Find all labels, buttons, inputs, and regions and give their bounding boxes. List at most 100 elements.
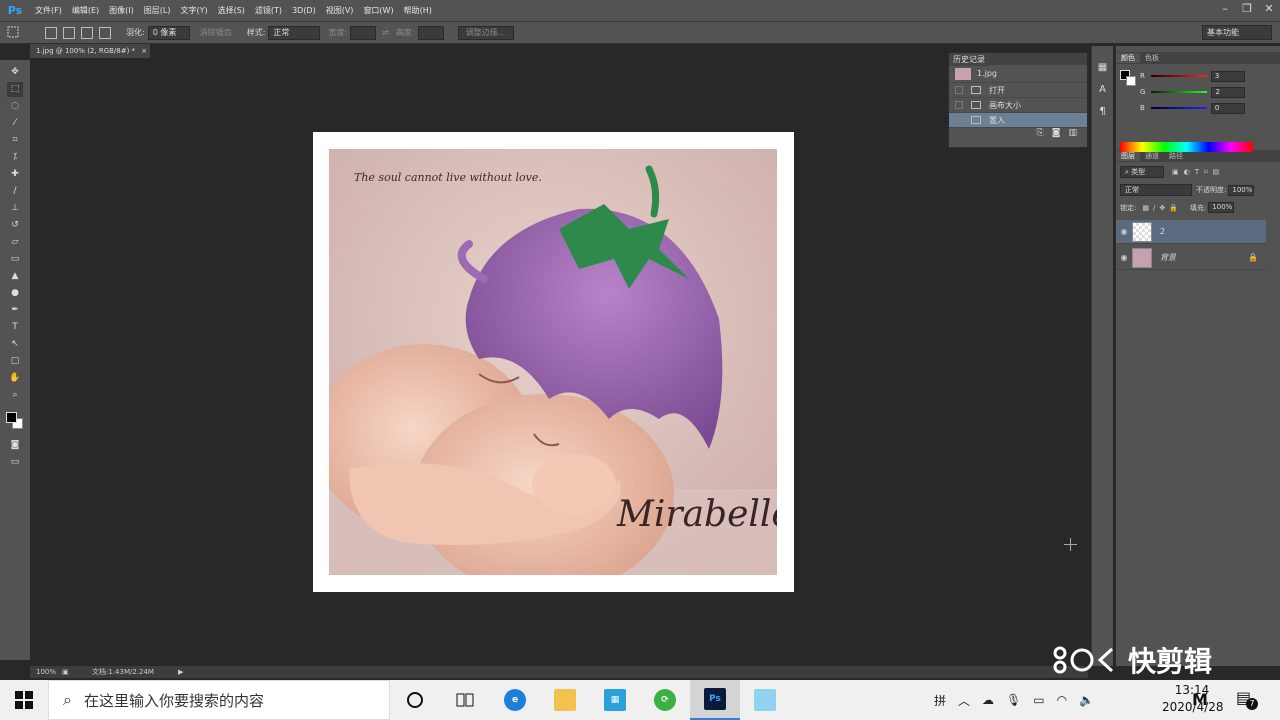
zoom-level[interactable]: 100%: [36, 668, 62, 676]
feather-input[interactable]: 0 像素: [147, 25, 190, 40]
tab-swatches[interactable]: 色板: [1140, 53, 1164, 63]
move-tool-icon[interactable]: ✥: [7, 65, 23, 80]
notification-center-icon[interactable]: ▤ 7: [1236, 688, 1258, 710]
pen-tool-icon[interactable]: ✒: [7, 303, 23, 318]
status-info-icon[interactable]: ▣: [62, 668, 74, 676]
slider-red[interactable]: R 3: [1140, 68, 1245, 84]
edge-browser-icon[interactable]: e: [490, 680, 540, 720]
crop-tool-icon[interactable]: ⌗: [7, 133, 23, 148]
photoshop-taskbar-icon[interactable]: Ps: [690, 680, 740, 720]
lock-icons[interactable]: ▦∕✥🔒: [1142, 204, 1182, 212]
ime-indicator[interactable]: 拼: [934, 692, 946, 709]
menu-image[interactable]: 图像(I): [104, 5, 139, 16]
type-tool-icon[interactable]: T: [7, 320, 23, 335]
swap-icon[interactable]: ⇄: [382, 28, 389, 37]
battery-icon[interactable]: ▭: [1033, 693, 1044, 707]
fill-input[interactable]: 100%: [1208, 202, 1235, 213]
antialias-checkbox[interactable]: 消除锯齿: [200, 27, 232, 38]
color-swatches[interactable]: [4, 410, 26, 432]
healing-brush-tool-icon[interactable]: ✚: [7, 167, 23, 182]
history-snapshot[interactable]: 1.jpg: [949, 65, 1087, 83]
tab-channels[interactable]: 通道: [1140, 151, 1164, 161]
width-input[interactable]: [350, 25, 377, 40]
menu-window[interactable]: 窗口(W): [358, 5, 398, 16]
path-selection-tool-icon[interactable]: ↖: [7, 337, 23, 352]
microphone-icon[interactable]: 🎙: [1006, 693, 1021, 707]
gradient-tool-icon[interactable]: ▭: [7, 252, 23, 267]
dodge-tool-icon[interactable]: ●: [7, 286, 23, 301]
history-item-place[interactable]: 置入: [949, 113, 1087, 128]
menu-view[interactable]: 视图(V): [321, 5, 359, 16]
height-input[interactable]: [417, 25, 444, 40]
close-tab-icon[interactable]: ×: [141, 47, 147, 55]
quick-mask-icon[interactable]: ◙: [7, 438, 23, 453]
color-bg-swatch[interactable]: [1126, 76, 1136, 86]
restore-button[interactable]: ❐: [1236, 0, 1258, 22]
history-tab[interactable]: 历史记录: [949, 53, 989, 66]
minimize-button[interactable]: –: [1214, 0, 1236, 22]
new-selection-icon[interactable]: [45, 26, 57, 39]
mail-app-icon[interactable]: M: [1192, 690, 1208, 709]
screen-mode-icon[interactable]: ▭: [7, 455, 23, 470]
style-select[interactable]: 正常: [268, 25, 321, 40]
layer-2[interactable]: ◉ 2: [1116, 220, 1266, 244]
menu-filter[interactable]: 滤镜(T): [250, 5, 287, 16]
menu-file[interactable]: 文件(F): [30, 5, 67, 16]
green-app-icon[interactable]: ⟳: [640, 680, 690, 720]
document-tab[interactable]: 1.jpg @ 100% (2, RGB/8#) * ×: [30, 44, 150, 58]
history-item-open[interactable]: 打开: [949, 83, 1087, 98]
taskbar-search-box[interactable]: ⌕ 在这里输入你要搜索的内容: [48, 680, 390, 720]
workspace-select[interactable]: 基本功能: [1202, 25, 1272, 40]
onedrive-icon[interactable]: ☁: [982, 693, 994, 707]
eye-icon[interactable]: ◉: [1116, 227, 1132, 236]
volume-icon[interactable]: 🔈: [1079, 693, 1094, 707]
marquee-tool-icon[interactable]: ⬚: [7, 82, 23, 97]
history-item-canvas-size[interactable]: 画布大小: [949, 98, 1087, 113]
status-menu-arrow-icon[interactable]: ▶: [178, 668, 183, 676]
canvas-image[interactable]: The soul cannot live without love. Mirab…: [313, 132, 794, 592]
foreground-color-swatch[interactable]: [6, 412, 17, 423]
tab-layers[interactable]: 图层: [1116, 151, 1140, 161]
intersect-selection-icon[interactable]: [99, 26, 111, 39]
tray-overflow-icon[interactable]: ︿: [958, 692, 970, 709]
blue-value[interactable]: 0: [1210, 102, 1245, 114]
layer-filter-icons[interactable]: ▣◐T⌑▤: [1172, 168, 1224, 176]
slider-green[interactable]: G 2: [1140, 84, 1246, 100]
lasso-tool-icon[interactable]: ◌: [7, 99, 23, 114]
store-app-icon[interactable]: ▦: [590, 680, 640, 720]
menu-select[interactable]: 选择(S): [213, 5, 250, 16]
slider-blue[interactable]: B 0: [1140, 100, 1245, 116]
marquee-preset-icon[interactable]: [6, 26, 26, 40]
hand-tool-icon[interactable]: ✋: [7, 371, 23, 386]
history-brush-tool-icon[interactable]: ↺: [7, 218, 23, 233]
paragraph-dock-icon[interactable]: ¶: [1095, 104, 1111, 120]
blend-mode-select[interactable]: 正常: [1120, 184, 1192, 196]
color-spectrum[interactable]: [1120, 142, 1253, 152]
anime-app-icon[interactable]: [740, 680, 790, 720]
trash-icon[interactable]: ▥: [1068, 128, 1077, 138]
history-dock-icon[interactable]: ▦: [1095, 60, 1111, 76]
wifi-icon[interactable]: ◠: [1057, 693, 1067, 707]
task-view-icon[interactable]: [440, 680, 490, 720]
start-button[interactable]: [0, 680, 48, 720]
opacity-input[interactable]: 100%: [1228, 184, 1255, 196]
eraser-tool-icon[interactable]: ▱: [7, 235, 23, 250]
eye-icon[interactable]: ◉: [1116, 253, 1132, 262]
red-value[interactable]: 3: [1210, 70, 1245, 82]
layer-background[interactable]: ◉ 背景 🔒: [1116, 246, 1266, 270]
cortana-icon[interactable]: [390, 680, 440, 720]
new-document-from-state-icon[interactable]: ⎘: [1037, 128, 1044, 138]
tab-color[interactable]: 颜色: [1116, 53, 1140, 63]
layer-kind-filter[interactable]: ⌕ 类型: [1120, 166, 1164, 178]
menu-type[interactable]: 文字(Y): [175, 5, 212, 16]
menu-edit[interactable]: 编辑(E): [67, 5, 104, 16]
file-explorer-icon[interactable]: [540, 680, 590, 720]
zoom-tool-icon[interactable]: ⌕: [7, 388, 23, 403]
close-button[interactable]: ✕: [1258, 0, 1280, 22]
menu-layer[interactable]: 图层(L): [139, 5, 176, 16]
tab-paths[interactable]: 路径: [1164, 151, 1188, 161]
brush-tool-icon[interactable]: ∕: [7, 184, 23, 199]
refine-edge-button[interactable]: 调整边缘...: [457, 25, 514, 40]
eyedropper-tool-icon[interactable]: ⁒: [7, 150, 23, 165]
magic-wand-tool-icon[interactable]: ⁄: [7, 116, 23, 131]
